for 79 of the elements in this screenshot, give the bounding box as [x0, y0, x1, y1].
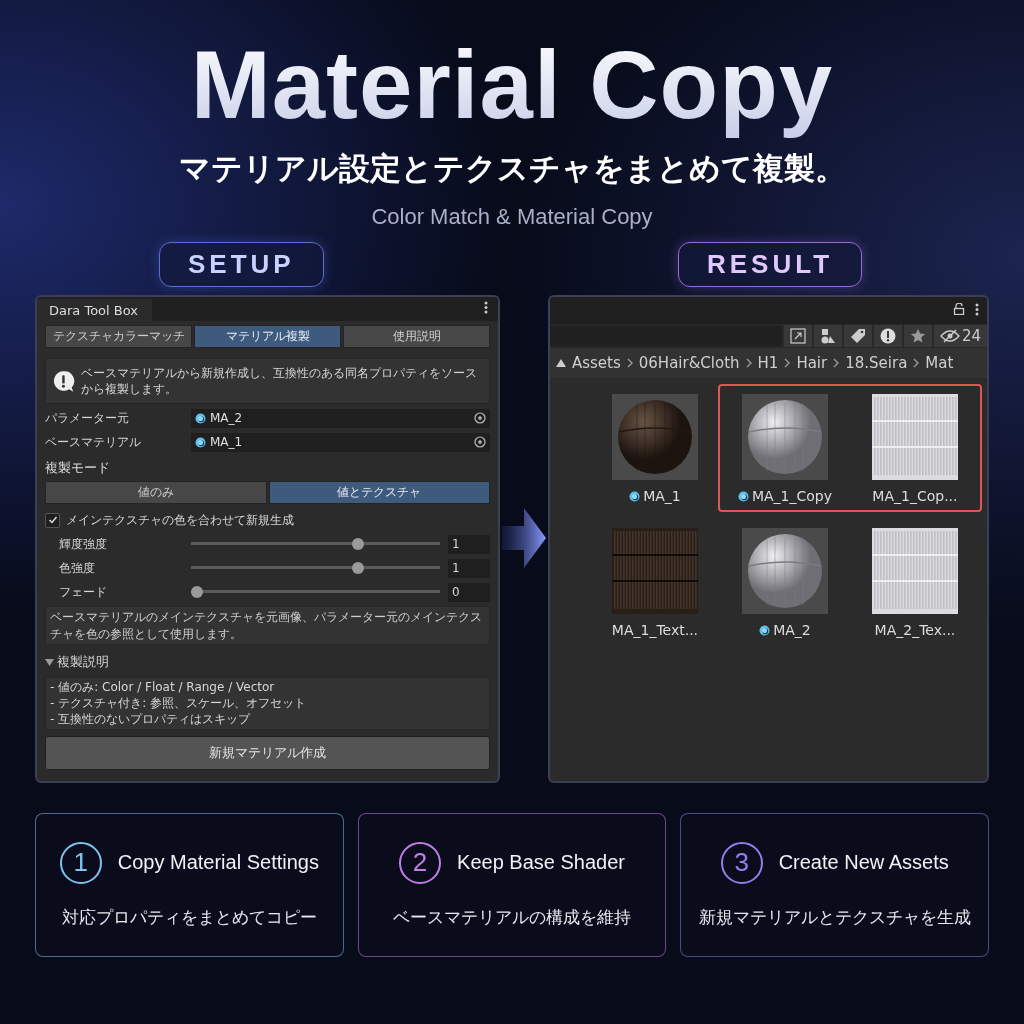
- material-icon: [195, 436, 206, 448]
- object-field[interactable]: MA_2: [191, 408, 491, 428]
- slider-label: フェード: [59, 583, 108, 601]
- description-line: - テクスチャ付き: 参照、スケール、オフセット: [50, 694, 307, 712]
- checkmark-icon: [47, 515, 58, 526]
- slider-label: 色強度: [59, 559, 96, 577]
- create-button[interactable]: 新規マテリアル作成: [45, 736, 491, 771]
- asset-name[interactable]: MA_1_Cop...: [872, 488, 958, 504]
- material-icon: [759, 624, 771, 636]
- tab[interactable]: マテリアル複製: [194, 325, 342, 348]
- mode-toggle[interactable]: 値のみ: [45, 481, 267, 505]
- breadcrumb-item[interactable]: Hair: [796, 352, 828, 374]
- feature-description: 新規マテリアルとテクスチャを生成: [698, 905, 971, 929]
- material-icon: [629, 490, 641, 502]
- material-icon: [195, 412, 206, 424]
- info-text: ベースマテリアルから新規作成し、互換性のある同名プロパティをソースから複製します。: [80, 365, 478, 398]
- picker-icon[interactable]: [474, 436, 487, 449]
- number-field[interactable]: 1: [448, 534, 491, 554]
- note-text: ベースマテリアルのメインテクスチャを元画像、パラメーター元のメインテクスチャを色の参照として使用します。: [45, 606, 491, 645]
- step-number: 1: [59, 841, 102, 884]
- step-number: 3: [720, 841, 763, 884]
- number-field[interactable]: 0: [448, 582, 491, 602]
- description-line: - 互換性のないプロパティはスキップ: [50, 711, 252, 728]
- number-field[interactable]: 1: [448, 558, 491, 578]
- more-icon[interactable]: [975, 302, 979, 316]
- slider-thumb[interactable]: [352, 562, 365, 575]
- feature-title: Copy Material Settings: [117, 850, 319, 876]
- chevron-icon: [784, 358, 791, 368]
- page-caption: Color Match & Material Copy: [371, 204, 653, 230]
- feature-description: ベースマテリアルの構成を維持: [393, 905, 631, 929]
- tab[interactable]: テクスチャカラーマッチ: [45, 325, 192, 348]
- more-icon[interactable]: [484, 301, 489, 314]
- slider-thumb[interactable]: [191, 586, 203, 599]
- tab[interactable]: 使用説明: [343, 325, 491, 348]
- search-field[interactable]: [549, 326, 782, 346]
- chevron-icon: [833, 358, 840, 368]
- breadcrumb-item[interactable]: 06Hair&Cloth: [638, 352, 740, 374]
- foldout-arrow-icon[interactable]: [45, 658, 54, 668]
- breadcrumb-item[interactable]: 18.Seira: [845, 352, 908, 374]
- object-field[interactable]: MA_1: [191, 432, 491, 452]
- shapes-icon[interactable]: [813, 325, 842, 347]
- field-label: パラメーター元: [45, 409, 130, 427]
- breadcrumb-item[interactable]: Assets: [571, 352, 621, 374]
- checkbox-label: メインテクスチャの色を合わせて新規生成: [66, 512, 294, 529]
- tag-icon[interactable]: [843, 325, 872, 347]
- lock-icon[interactable]: [953, 303, 965, 315]
- breadcrumb-item[interactable]: Mat: [925, 352, 954, 374]
- chevron-icon: [745, 358, 752, 368]
- eye-slash-icon: [939, 329, 960, 343]
- chevron-icon: [913, 358, 920, 368]
- chevron-icon: [626, 358, 633, 368]
- slider-label: 輝度強度: [59, 535, 108, 553]
- field-label: ベースマテリアル: [45, 433, 142, 451]
- section-label: SETUP: [159, 242, 324, 287]
- scroll-up-icon[interactable]: [555, 359, 566, 367]
- mode-toggle[interactable]: 値とテクスチャ: [268, 481, 491, 505]
- hidden-count-button[interactable]: 24: [933, 325, 987, 347]
- step-number: 2: [399, 841, 442, 884]
- asset-name[interactable]: MA_1_Text...: [611, 622, 699, 638]
- warning-icon[interactable]: [873, 325, 902, 347]
- asset-name[interactable]: MA_2: [759, 622, 811, 638]
- checkbox[interactable]: [45, 512, 60, 528]
- feature-title: Create New Assets: [778, 850, 949, 876]
- asset-name[interactable]: MA_1: [629, 488, 681, 504]
- window-tab[interactable]: Dara Tool Box: [37, 299, 152, 321]
- breadcrumb-item[interactable]: H1: [757, 352, 779, 374]
- foldout-label[interactable]: 複製説明: [57, 654, 109, 672]
- feature-description: 対応プロパティをまとめてコピー: [61, 905, 317, 929]
- section-label: RESULT: [677, 242, 862, 287]
- asset-name[interactable]: MA_2_Tex...: [874, 622, 956, 638]
- page-subtitle: マテリアル設定とテクスチャをまとめて複製。: [178, 149, 846, 188]
- description-line: - 値のみ: Color / Float / Range / Vector: [50, 678, 276, 695]
- slider-thumb[interactable]: [352, 538, 365, 551]
- expand-icon[interactable]: [783, 325, 812, 347]
- asset-name[interactable]: MA_1_Copy: [737, 488, 832, 504]
- section-heading: 複製モード: [45, 460, 111, 478]
- material-icon: [737, 490, 749, 502]
- picker-icon[interactable]: [474, 412, 487, 425]
- feature-title: Keep Base Shader: [457, 850, 625, 876]
